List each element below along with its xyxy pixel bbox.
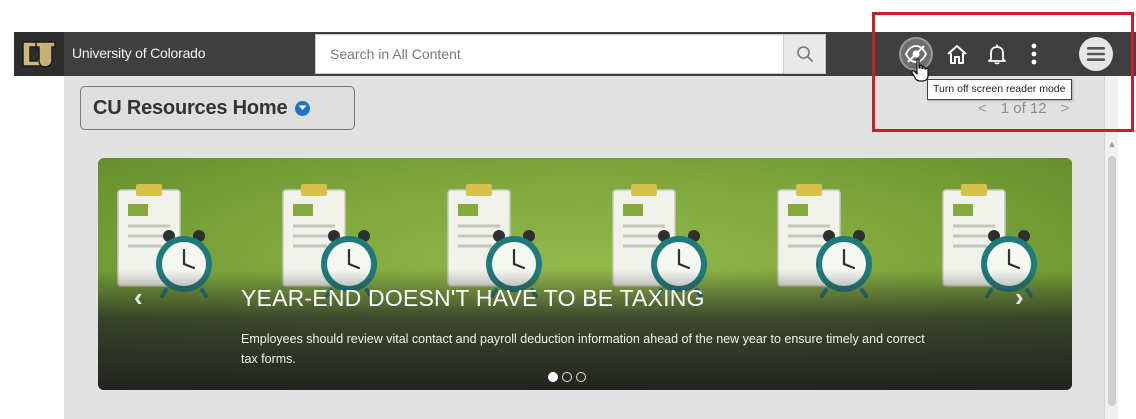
banner-description: Employees should review vital contact an… <box>241 332 925 366</box>
page: University of Colorado Search in All Con… <box>0 0 1136 419</box>
search-icon <box>796 46 813 62</box>
carousel-dot[interactable] <box>548 372 558 382</box>
org-name[interactable]: University of Colorado <box>72 45 206 61</box>
carousel-dots <box>548 372 586 382</box>
scroll-up-arrow-icon[interactable]: ▲ <box>1105 138 1119 150</box>
cu-logo-icon[interactable] <box>14 32 64 76</box>
hand-pointer-cursor-icon <box>911 58 929 82</box>
homepage-selector-dropdown[interactable]: CU Resources Home <box>80 86 355 130</box>
banner-headline[interactable]: YEAR-END DOESN'T HAVE TO BE TAXING <box>241 285 705 312</box>
carousel-dot[interactable] <box>576 372 586 382</box>
search-button[interactable] <box>783 35 825 73</box>
chevron-down-icon <box>295 100 311 116</box>
homepage-title: CU Resources Home <box>93 96 288 119</box>
search-input[interactable] <box>316 35 784 73</box>
banner-carousel[interactable]: YEAR-END DOESN'T HAVE TO BE TAXING Emplo… <box>98 158 1072 390</box>
scroll-thumb[interactable] <box>1108 156 1116 406</box>
search-box <box>315 34 826 74</box>
screen-reader-tooltip: Turn off screen reader mode <box>927 79 1072 100</box>
carousel-next-arrow-icon[interactable]: › <box>1015 282 1024 313</box>
carousel-dot[interactable] <box>562 372 572 382</box>
carousel-prev-arrow-icon[interactable]: ‹ <box>134 282 143 313</box>
